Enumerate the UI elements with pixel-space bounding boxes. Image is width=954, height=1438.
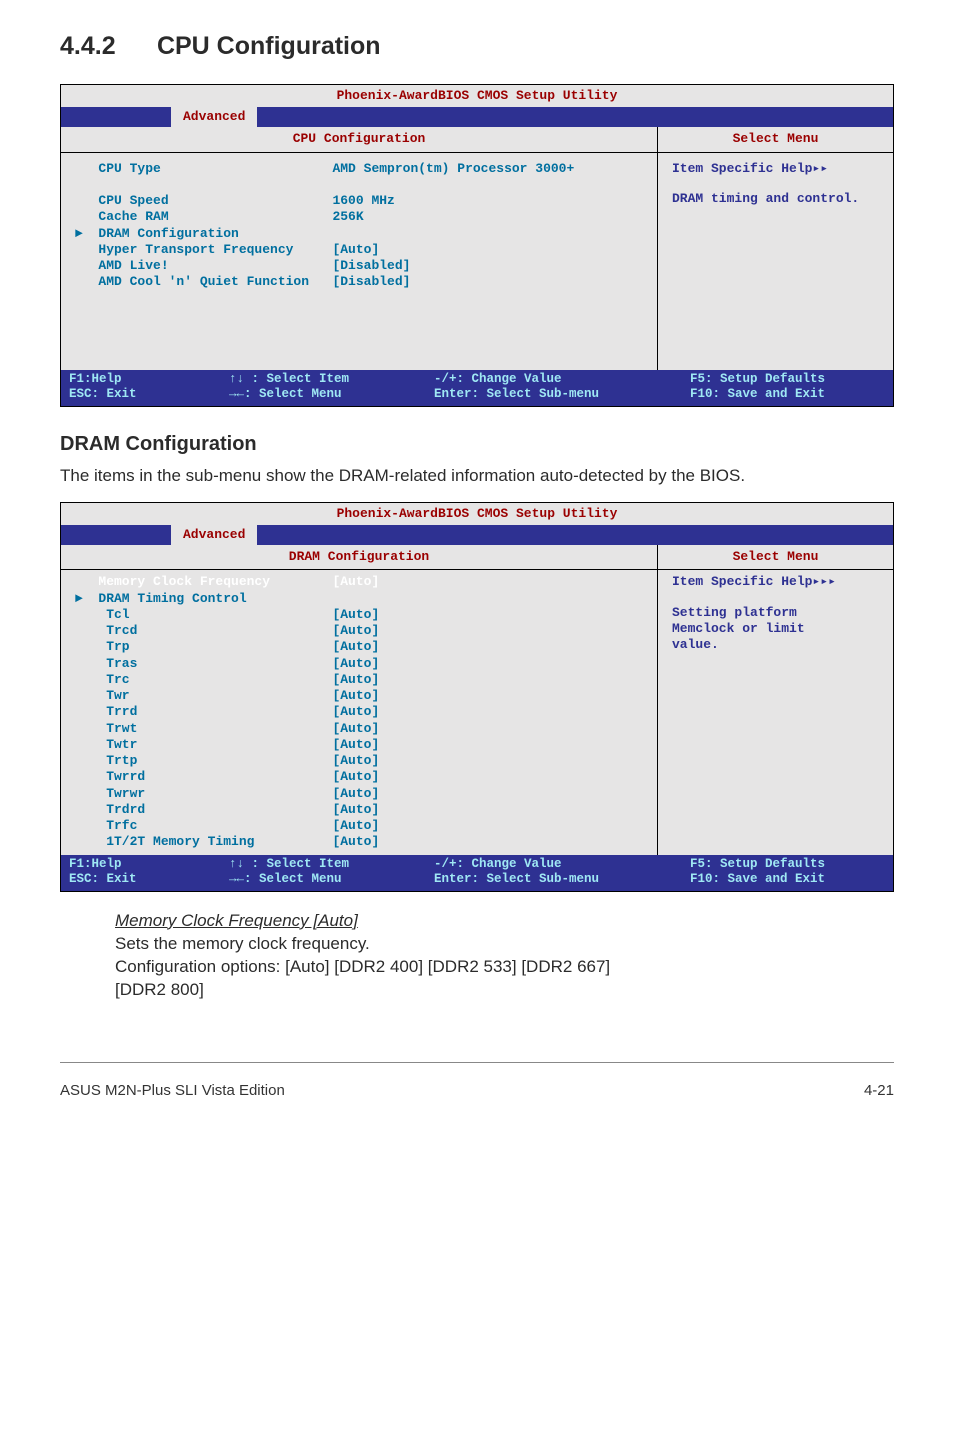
bios-footer-keys: F1:Help ↑↓ : Select Item -/+: Change Val…: [61, 370, 893, 406]
bios-tab-row: Advanced: [61, 525, 893, 545]
key-setup-defaults: F5: Setup Defaults: [690, 857, 885, 873]
left-pane-header: DRAM Configuration: [61, 545, 657, 570]
tab-spacer: [61, 107, 171, 126]
bios-left-pane: DRAM Configuration Memory Clock Frequenc…: [61, 545, 658, 855]
help-body-l1: Setting platform: [672, 605, 883, 621]
dram-config-desc: The items in the sub-menu show the DRAM-…: [60, 464, 894, 488]
tab-advanced[interactable]: Advanced: [171, 107, 257, 127]
footer-page-number: 4-21: [864, 1081, 894, 1101]
bios-tab-row: Advanced: [61, 107, 893, 127]
bios-utility-title: Phoenix-AwardBIOS CMOS Setup Utility: [61, 85, 893, 107]
bios-setting-row[interactable]: Twrrd [Auto]: [75, 769, 651, 785]
bios-setting-row[interactable]: Twtr [Auto]: [75, 737, 651, 753]
setting-detail: Memory Clock Frequency [Auto] Sets the m…: [115, 910, 894, 1002]
help-body: DRAM timing and control.: [672, 191, 883, 207]
section-heading: 4.4.2 CPU Configuration: [60, 30, 894, 64]
bios-setting-row[interactable]: Trc [Auto]: [75, 672, 651, 688]
help-body-l2: Memclock or limit: [672, 621, 883, 637]
bios-setting-row[interactable]: Trcd [Auto]: [75, 623, 651, 639]
bios-setting-row[interactable]: Trp [Auto]: [75, 639, 651, 655]
bios-right-pane: Select Menu Item Specific Help▸▸▸ Settin…: [658, 545, 893, 855]
tab-spacer: [61, 525, 171, 544]
dram-config-heading: DRAM Configuration: [60, 431, 894, 458]
left-pane-header: CPU Configuration: [61, 127, 657, 152]
bios-setting-row[interactable]: Trdrd [Auto]: [75, 802, 651, 818]
bios-setting-row[interactable]: Trtp [Auto]: [75, 753, 651, 769]
bios-setting-row[interactable]: Tcl [Auto]: [75, 607, 651, 623]
key-save-exit: F10: Save and Exit: [690, 387, 885, 403]
key-enter-submenu: Enter: Select Sub-menu: [434, 872, 690, 888]
bios-panel-cpu-config: Phoenix-AwardBIOS CMOS Setup Utility Adv…: [60, 84, 894, 407]
help-pane: Item Specific Help▸▸▸ Setting platform M…: [658, 570, 893, 667]
bios-settings-list: Memory Clock Frequency [Auto]► DRAM Timi…: [61, 570, 657, 854]
help-title: Item Specific Help▸▸: [672, 161, 883, 177]
bios-setting-row[interactable]: Trwt [Auto]: [75, 721, 651, 737]
section-title: CPU Configuration: [157, 32, 381, 60]
key-change-value: -/+: Change Value: [434, 372, 690, 388]
footer-product-name: ASUS M2N-Plus SLI Vista Edition: [60, 1081, 285, 1101]
key-change-value: -/+: Change Value: [434, 857, 690, 873]
key-select-item: ↑↓ : Select Item: [229, 372, 434, 388]
key-select-item: ↑↓ : Select Item: [229, 857, 434, 873]
bios-panel-dram-config: Phoenix-AwardBIOS CMOS Setup Utility Adv…: [60, 502, 894, 892]
help-title: Item Specific Help▸▸▸: [672, 574, 883, 590]
help-pane: Item Specific Help▸▸ DRAM timing and con…: [658, 153, 893, 222]
bios-setting-row[interactable]: Twrwr [Auto]: [75, 786, 651, 802]
bios-setting-row[interactable]: Twr [Auto]: [75, 688, 651, 704]
key-select-menu: →←: Select Menu: [229, 387, 434, 403]
bios-setting-row[interactable]: Tras [Auto]: [75, 656, 651, 672]
bios-utility-title: Phoenix-AwardBIOS CMOS Setup Utility: [61, 503, 893, 525]
detail-line-1: Sets the memory clock frequency.: [115, 933, 894, 956]
bios-footer-keys: F1:Help ↑↓ : Select Item -/+: Change Val…: [61, 855, 893, 891]
key-exit: ESC: Exit: [69, 872, 229, 888]
detail-line-2: Configuration options: [Auto] [DDR2 400]…: [115, 956, 894, 979]
bios-left-pane: CPU Configuration CPU Type AMD Sempron(t…: [61, 127, 658, 369]
page-footer: ASUS M2N-Plus SLI Vista Edition 4-21: [60, 1062, 894, 1131]
detail-line-3: [DDR2 800]: [115, 979, 894, 1002]
bios-setting-row[interactable]: ► DRAM Timing Control: [75, 591, 651, 607]
section-number: 4.4.2: [60, 30, 150, 64]
bios-setting-row[interactable]: Trfc [Auto]: [75, 818, 651, 834]
key-exit: ESC: Exit: [69, 387, 229, 403]
bios-setting-row[interactable]: Trrd [Auto]: [75, 704, 651, 720]
bios-setting-row[interactable]: 1T/2T Memory Timing [Auto]: [75, 834, 651, 850]
right-pane-header: Select Menu: [658, 127, 893, 152]
key-help: F1:Help: [69, 857, 229, 873]
key-select-menu: →←: Select Menu: [229, 872, 434, 888]
bios-setting-row[interactable]: Memory Clock Frequency [Auto]: [75, 574, 651, 590]
tab-advanced[interactable]: Advanced: [171, 525, 257, 545]
bios-right-pane: Select Menu Item Specific Help▸▸ DRAM ti…: [658, 127, 893, 369]
key-help: F1:Help: [69, 372, 229, 388]
help-body-l3: value.: [672, 637, 883, 653]
key-enter-submenu: Enter: Select Sub-menu: [434, 387, 690, 403]
key-save-exit: F10: Save and Exit: [690, 872, 885, 888]
key-setup-defaults: F5: Setup Defaults: [690, 372, 885, 388]
memory-clock-frequency-label: Memory Clock Frequency [Auto]: [115, 910, 894, 933]
bios-settings-list: CPU Type AMD Sempron(tm) Processor 3000+…: [61, 153, 657, 370]
right-pane-header: Select Menu: [658, 545, 893, 570]
